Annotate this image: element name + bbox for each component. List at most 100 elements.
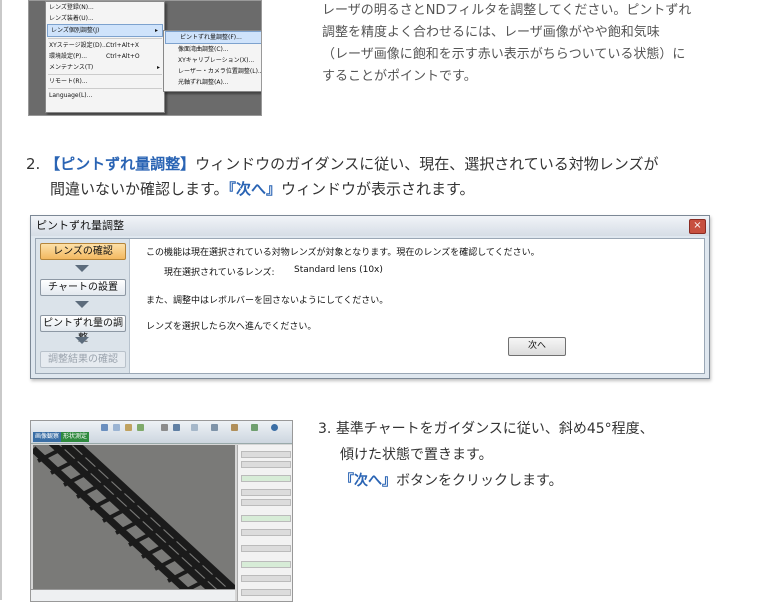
sidebar-field[interactable] (241, 451, 291, 458)
next-highlight: 『次へ』 (228, 180, 282, 198)
toolbar-icon[interactable] (231, 424, 238, 431)
sidebar-field[interactable] (241, 499, 291, 506)
app-toolbar: 画像観察 形状測定 (31, 421, 292, 444)
toolbar-icon[interactable] (173, 424, 180, 431)
step-2: 2. 【ピントずれ量調整】ウィンドウのガイダンスに従い、現在、選択されている対物… (26, 152, 726, 202)
arrow-down-icon (75, 301, 89, 308)
submenu-item-laser-camera[interactable]: レーザー・カメラ位置調整(L)... (164, 66, 261, 77)
tab-image-observation[interactable]: 画像観察 (33, 432, 62, 442)
menu-shortcut: Ctrl+Alt+X (106, 42, 139, 49)
laser-paragraph: レーザの明るさとNDフィルタを調整してください。ピントずれ 調整を精度よく合わせ… (322, 0, 742, 88)
menu-item-label: Language(L)... (49, 92, 93, 99)
step-3-line-1: 3. 基準チャートをガイダンスに従い、斜め45°程度、 (318, 416, 738, 442)
menu-item-language[interactable]: Language(L)... (46, 90, 164, 101)
menu-item-lens-adjust[interactable]: レンズ個別調整(J) ▸ (47, 24, 163, 37)
sidebar-field[interactable] (241, 545, 291, 552)
submenu-item-optical-axis[interactable]: 光軸ずれ調整(A)... (164, 77, 261, 88)
step-2-line-2: 間違いないか確認します。『次へ』ウィンドウが表示されます。 (26, 177, 726, 202)
step-focus-adjust[interactable]: ピントずれ量の調整 (40, 315, 126, 344)
submenu-arrow-icon: ▸ (156, 64, 160, 71)
paragraph-line: レーザの明るさとNDフィルタを調整してください。ピントずれ (322, 3, 692, 18)
next-highlight: 『次へ』 (340, 473, 396, 489)
menu-separator (48, 88, 162, 89)
menu-item-environment[interactable]: 環境設定(P)... Ctrl+Alt+O (46, 51, 164, 62)
step-number: 3. (318, 421, 332, 437)
menu-screenshot: レンズ登録(N)... レンズ装着(U)... レンズ個別調整(J) ▸ XYステ… (28, 0, 262, 116)
sidebar-field[interactable] (241, 461, 291, 468)
tab-shape-measurement[interactable]: 形状測定 (61, 432, 90, 442)
menu-item-label: レンズ登録(N)... (49, 4, 94, 11)
current-lens-value: Standard lens (10x) (294, 265, 383, 275)
window-name-highlight: 【ピントずれ量調整】 (45, 155, 196, 173)
camera-view (33, 445, 235, 601)
instruction-line-1: この機能は現在選択されている対物レンズが対象となります。現在のレンズを確認してく… (146, 248, 540, 258)
menu-item-label: メンテナンス(T) (49, 64, 94, 71)
toolbar-icon[interactable] (211, 424, 218, 431)
steps-pane: レンズの確認 チャートの設置 ピントずれ量の調整 調整結果の確認 (36, 239, 130, 373)
submenu-item-focus-offset[interactable]: ピントずれ量調整(F)... (165, 31, 261, 44)
sidebar-field[interactable] (241, 561, 291, 568)
step-2-line-1: 2. 【ピントずれ量調整】ウィンドウのガイダンスに従い、現在、選択されている対物… (26, 152, 726, 177)
arrow-down-icon (75, 265, 89, 272)
help-icon[interactable] (271, 424, 278, 431)
step-text: ボタンをクリックします。 (396, 473, 563, 489)
instruction-line-4: レンズを選択したら次へ進んでください。 (146, 322, 317, 332)
toolbar-icon[interactable] (101, 424, 108, 431)
instruction-line-3: また、調整中はレボルバーを回さないようにしてください。 (146, 296, 389, 306)
toolbar-icon[interactable] (251, 424, 258, 431)
menu-item-label: レンズ装着(U)... (49, 15, 94, 22)
step-number: 2. (26, 155, 41, 173)
menu-item-label: リモート(R)... (49, 78, 88, 85)
toolbar-icon[interactable] (161, 424, 168, 431)
sidebar-field[interactable] (241, 529, 291, 536)
toolbar-icon[interactable] (137, 424, 144, 431)
menu-item-xy-stage[interactable]: XYステージ設定(D)... Ctrl+Alt+X (46, 40, 164, 51)
sidebar-field[interactable] (241, 575, 291, 582)
step-text: ウィンドウのガイダンスに従い、現在、選択されている対物レンズが (195, 155, 659, 173)
step-3: 3. 基準チャートをガイダンスに従い、斜め45°程度、 傾けた状態で置きます。 … (318, 416, 738, 494)
submenu-item-xy-calibration[interactable]: XYキャリブレーション(X)... (164, 55, 261, 66)
submenu-arrow-icon: ▸ (154, 27, 158, 34)
toolbar-icon[interactable] (125, 424, 132, 431)
menu-item-lens-mount[interactable]: レンズ装着(U)... (46, 13, 164, 24)
step-text: 間違いないか確認します。 (50, 180, 229, 198)
dialog-body: レンズの確認 チャートの設置 ピントずれ量の調整 調整結果の確認 この機能は現在… (35, 238, 705, 374)
close-icon[interactable]: × (689, 219, 706, 234)
lens-adjust-submenu: ピントずれ量調整(F)... 像面湾曲調整(C)... XYキャリブレーション(… (163, 30, 261, 92)
focus-offset-dialog: ピントずれ量調整 × レンズの確認 チャートの設置 ピントずれ量の調整 調整結果… (30, 215, 710, 379)
submenu-item-field-curvature[interactable]: 像面湾曲調整(C)... (164, 44, 261, 55)
menu-item-label: レンズ個別調整(J) (51, 27, 100, 34)
menu-separator (48, 38, 162, 39)
step-3-line-2: 傾けた状態で置きます。 (340, 447, 493, 463)
menu-separator (48, 74, 162, 75)
sidebar-field[interactable] (241, 489, 291, 496)
toolbar-icon[interactable] (113, 424, 120, 431)
current-lens-label: 現在選択されているレンズ: (164, 268, 275, 278)
toolbar-icon[interactable] (191, 424, 198, 431)
sidebar-field[interactable] (241, 515, 291, 522)
sidebar-field[interactable] (241, 475, 291, 482)
sidebar-field[interactable] (241, 589, 291, 596)
step-lens-check[interactable]: レンズの確認 (40, 243, 126, 260)
menu-item-label: 環境設定(P)... (49, 53, 88, 60)
menu-item-label: XYステージ設定(D)... (49, 42, 108, 49)
menu-item-remote[interactable]: リモート(R)... (46, 76, 164, 87)
step-text: ウィンドウが表示されます。 (281, 180, 475, 198)
paragraph-line: 調整を精度よく合わせるには、レーザ画像がやや飽和気味 (322, 25, 660, 40)
menu-shortcut: Ctrl+Alt+O (106, 53, 140, 60)
reference-chart-image (33, 445, 235, 601)
paragraph-line: することがポイントです。 (322, 69, 477, 84)
menu-item-lens-register[interactable]: レンズ登録(N)... (46, 2, 164, 13)
settings-sidebar (237, 445, 292, 601)
step-chart-setup[interactable]: チャートの設置 (40, 279, 126, 296)
dialog-title: ピントずれ量調整 (31, 216, 709, 236)
tools-menu: レンズ登録(N)... レンズ装着(U)... レンズ個別調整(J) ▸ XYステ… (45, 1, 165, 113)
step-3-line-3: 『次へ』ボタンをクリックします。 (318, 468, 738, 494)
app-screenshot: 画像観察 形状測定 (30, 420, 293, 602)
step-result-check[interactable]: 調整結果の確認 (40, 351, 126, 368)
arrow-down-icon (75, 337, 89, 344)
next-button[interactable]: 次へ (508, 337, 566, 356)
paragraph-line: （レーザ画像に飽和を示す赤い表示がちらついている状態）に (322, 47, 686, 62)
guidance-panel (31, 589, 235, 601)
menu-item-maintenance[interactable]: メンテナンス(T) ▸ (46, 62, 164, 73)
